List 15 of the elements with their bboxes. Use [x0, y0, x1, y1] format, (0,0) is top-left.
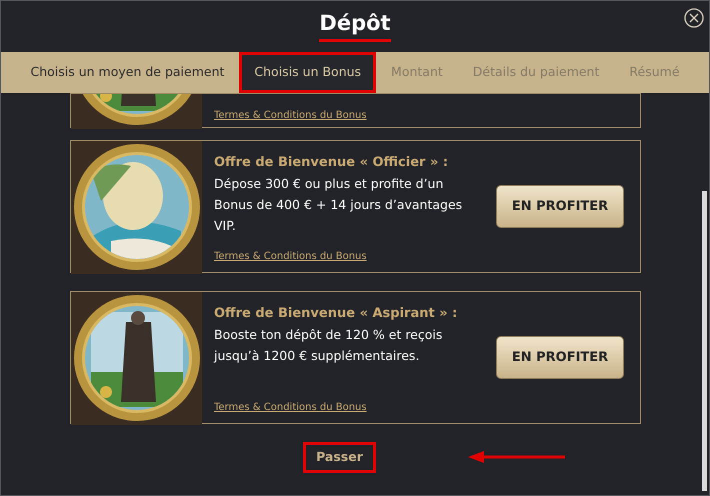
terms-link[interactable]: Termes & Conditions du Bonus — [214, 108, 367, 123]
claim-button[interactable]: EN PROFITER — [496, 336, 624, 379]
offer-description: Booste ton dépôt de 120 % et reçois jusqu’à 1200 € supplémentaires. — [214, 326, 444, 365]
offer-title: Offre de Bienvenue « Officier » : — [214, 154, 450, 172]
offer-title: Offre de Bienvenue « Aspirant » : — [214, 305, 458, 323]
step-tab[interactable]: Choisis un Bonus — [239, 52, 376, 93]
terms-link[interactable]: Termes & Conditions du Bonus — [214, 400, 367, 415]
dialog-title: Dépôt — [319, 11, 391, 42]
close-icon[interactable] — [684, 8, 704, 28]
terms-link[interactable]: Termes & Conditions du Bonus — [214, 249, 367, 264]
skip-button[interactable]: Passer — [303, 442, 376, 473]
step-tab[interactable]: Choisis un moyen de paiement — [15, 52, 240, 93]
offer-description: Dépose 300 € ou plus et profite d’un Bonus de 400 € + 14 jours d’avantages VIP. — [214, 174, 464, 234]
scrollbar[interactable] — [702, 191, 707, 491]
claim-button[interactable]: EN PROFITER — [496, 185, 624, 228]
